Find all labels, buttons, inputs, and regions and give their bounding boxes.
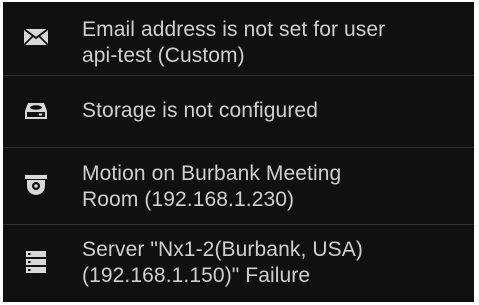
notification-text: Email address is not set for user api-te…: [82, 17, 460, 69]
notification-item-email[interactable]: Email address is not set for user api-te…: [3, 2, 474, 76]
notification-text-line: Motion on Burbank Meeting: [82, 162, 342, 185]
storage-drive-icon: [23, 98, 49, 124]
camera-icon: [23, 172, 49, 198]
notification-text: Storage is not configured: [82, 98, 460, 124]
notification-item-storage[interactable]: Storage is not configured: [3, 76, 474, 148]
notification-text-line: api-test (Custom): [82, 44, 245, 67]
notification-text: Motion on Burbank Meeting Room (192.168.…: [82, 161, 460, 213]
notification-panel: Email address is not set for user api-te…: [3, 2, 474, 302]
envelope-icon: [23, 24, 49, 50]
notification-text-line: Server "Nx1-2(Burbank, USA): [82, 238, 363, 261]
notification-item-motion[interactable]: Motion on Burbank Meeting Room (192.168.…: [3, 148, 474, 225]
notification-text-line: Email address is not set for user: [82, 18, 386, 41]
notification-item-server[interactable]: Server "Nx1-2(Burbank, USA) (192.168.1.1…: [3, 225, 474, 302]
notification-text-line: Storage is not configured: [82, 99, 318, 122]
notification-text: Server "Nx1-2(Burbank, USA) (192.168.1.1…: [82, 237, 460, 289]
notification-text-line: Room (192.168.1.230): [82, 188, 295, 211]
server-icon: [23, 249, 49, 275]
notification-text-line: (192.168.1.150)" Failure: [82, 264, 311, 287]
